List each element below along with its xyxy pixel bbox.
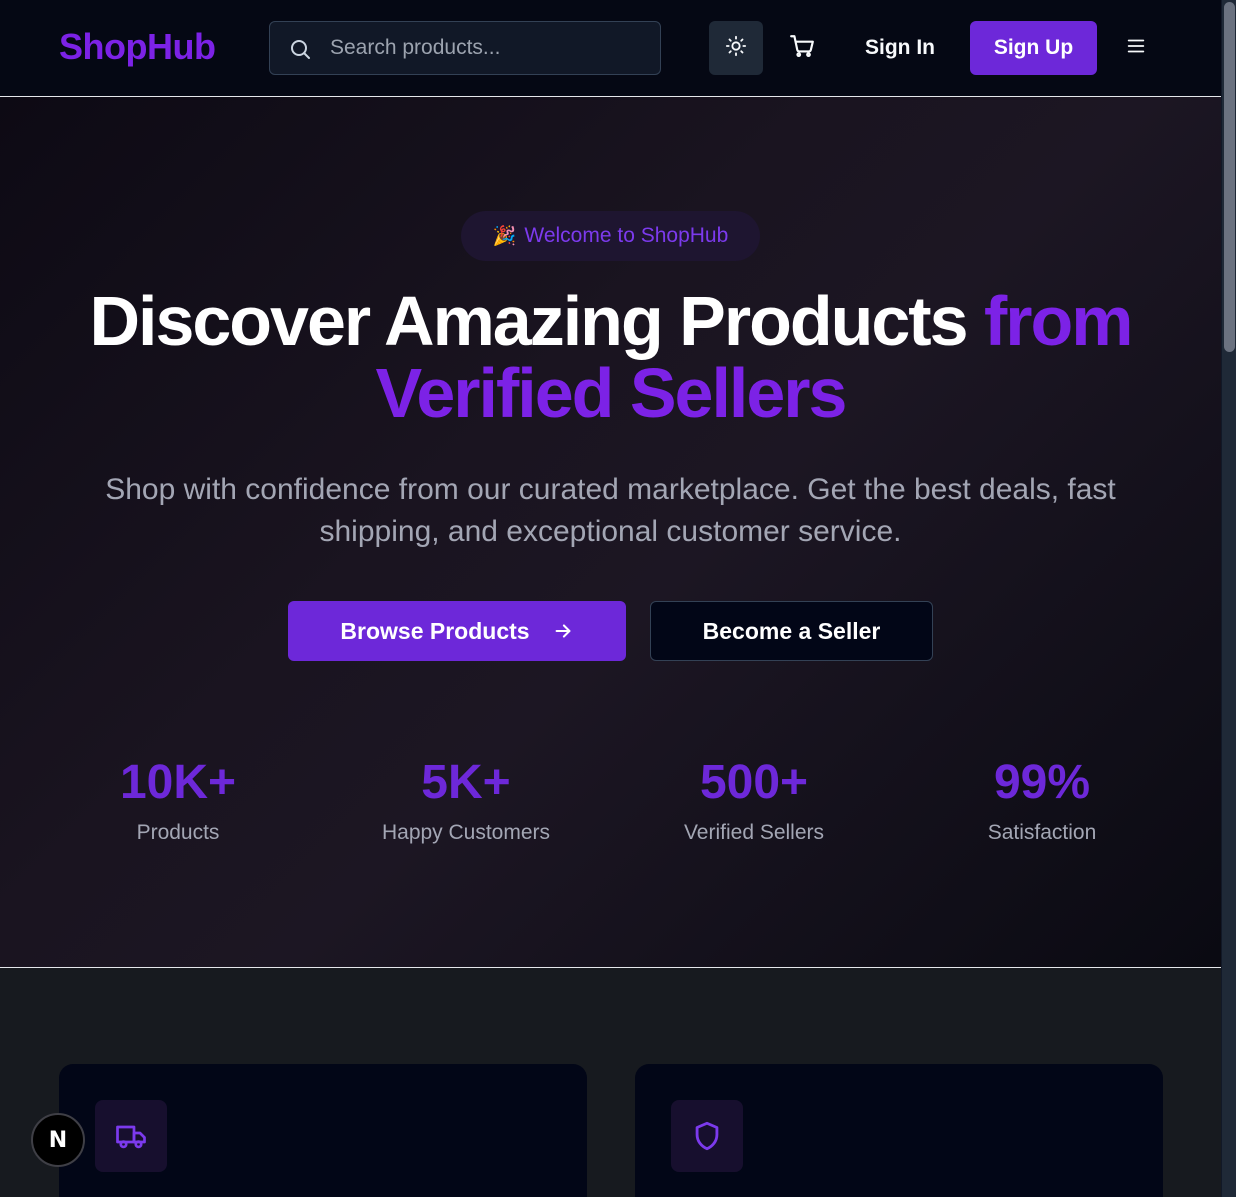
shield-icon [671, 1100, 743, 1172]
dev-tools-badge[interactable]: N [31, 1113, 85, 1167]
logo[interactable]: ShopHub [59, 26, 216, 68]
stat-label: Products [136, 821, 220, 844]
theme-toggle-button[interactable] [709, 21, 763, 75]
arrow-right-icon [552, 620, 574, 642]
become-seller-button[interactable]: Become a Seller [650, 601, 933, 661]
hero-headline: Discover Amazing Products from Verified … [0, 285, 1221, 429]
search-input[interactable] [330, 22, 650, 74]
stat-label: Verified Sellers [683, 821, 825, 844]
scrollbar[interactable] [1221, 0, 1236, 1197]
menu-button[interactable] [1116, 28, 1156, 68]
stat-value: 500+ [699, 756, 809, 809]
headline-accent-from: from [983, 282, 1134, 360]
headline-main: Discover Amazing Products [89, 282, 984, 360]
welcome-badge: 🎉 Welcome to ShopHub [461, 211, 760, 261]
stat-satisfaction: 99% Satisfaction [898, 755, 1186, 845]
stat-value: 5K+ [421, 756, 511, 809]
browse-products-label: Browse Products [340, 617, 530, 644]
hero-subtext: Shop with confidence from our curated ma… [105, 473, 1116, 548]
site-header: ShopHub Search products... Sign In Sign … [0, 0, 1221, 97]
search-box[interactable] [269, 21, 661, 75]
cart-button[interactable] [778, 21, 826, 75]
stat-label: Satisfaction [987, 821, 1097, 844]
feature-card-shipping [59, 1064, 587, 1197]
stat-label: Happy Customers [381, 821, 551, 844]
truck-icon [95, 1100, 167, 1172]
sign-in-link[interactable]: Sign In [850, 21, 950, 75]
party-popper-icon: 🎉 [492, 226, 517, 247]
stat-value: 99% [993, 756, 1091, 809]
sun-icon [725, 35, 747, 62]
hamburger-menu-icon [1125, 35, 1147, 62]
scrollbar-thumb[interactable] [1224, 2, 1235, 352]
browse-products-button[interactable]: Browse Products [288, 601, 626, 661]
hero-section: 🎉 Welcome to ShopHub Discover Amazing Pr… [0, 97, 1221, 968]
sign-up-button[interactable]: Sign Up [970, 21, 1097, 75]
stat-sellers: 500+ Verified Sellers [610, 755, 898, 845]
feature-card-secure [635, 1064, 1163, 1197]
features-section [0, 968, 1221, 1197]
page: ShopHub Search products... Sign In Sign … [0, 0, 1236, 1197]
stat-value: 10K+ [119, 756, 237, 809]
welcome-badge-text: Welcome to ShopHub [524, 224, 729, 247]
stats-row: 10K+ Products 5K+ Happy Customers 500+ V… [34, 755, 1186, 845]
stat-customers: 5K+ Happy Customers [322, 755, 610, 845]
headline-accent-sellers: Verified Sellers [375, 354, 848, 432]
shopping-cart-icon [789, 33, 815, 64]
stat-products: 10K+ Products [34, 755, 322, 845]
search-icon [288, 37, 312, 61]
